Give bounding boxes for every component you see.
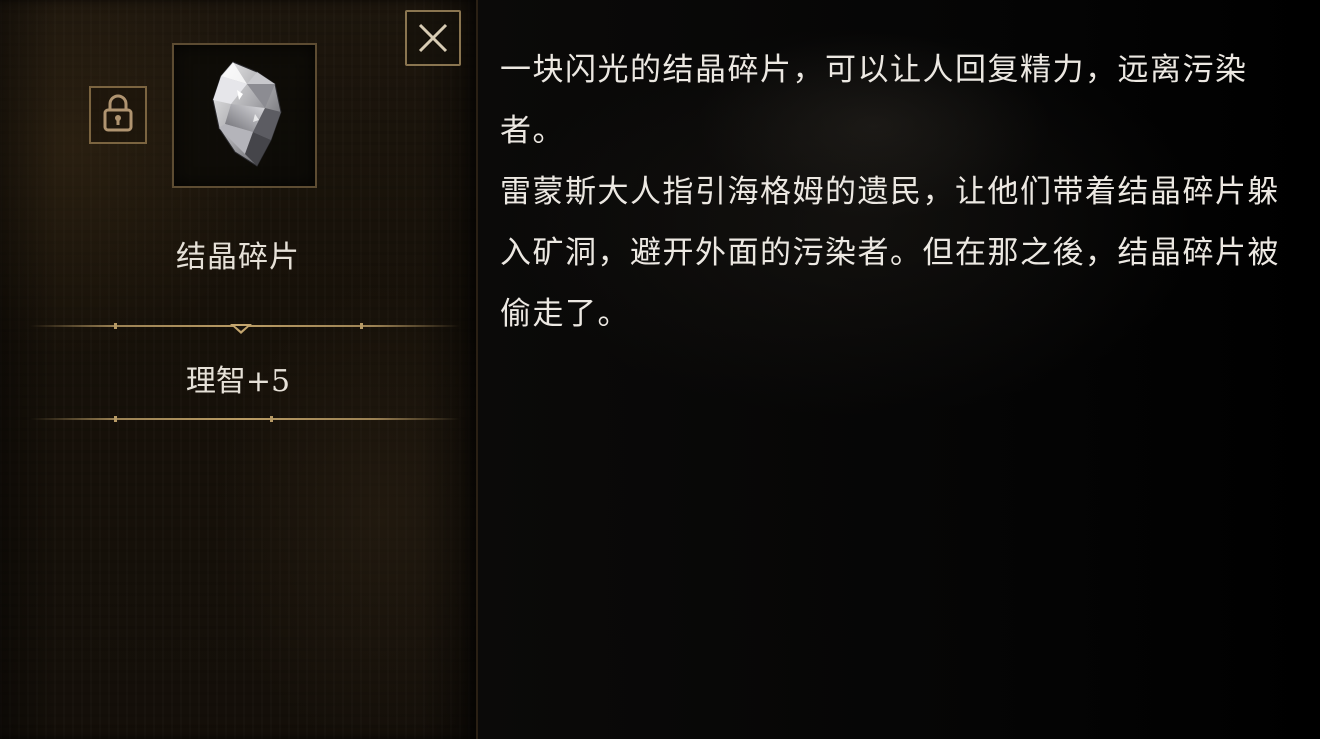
item-description: 一块闪光的结晶碎片，可以让人回复精力，远离污染者。 雷蒙斯大人指引海格姆的遗民，… [500,40,1300,345]
description-panel: 一块闪光的结晶碎片，可以让人回复精力，远离污染者。 雷蒙斯大人指引海格姆的遗民，… [478,0,1320,739]
lock-icon [100,92,136,138]
item-icon-frame [172,43,317,188]
divider-top [30,323,460,334]
lock-button[interactable] [89,86,147,144]
crystal-shard-icon [195,54,295,178]
divider-bottom [30,416,460,422]
item-panel: 结晶碎片 理智+5 [0,0,478,739]
description-paragraph-2: 雷蒙斯大人指引海格姆的遗民，让他们带着结晶碎片躲入矿洞，避开外面的污染者。但在那… [500,174,1280,332]
item-detail-screen: 结晶碎片 理智+5 一块闪光的结晶碎片，可以让人回复精力，远离污染者。 雷蒙斯大… [0,0,1320,739]
item-name: 结晶碎片 [176,240,300,275]
close-icon [415,20,451,56]
description-paragraph-1: 一块闪光的结晶碎片，可以让人回复精力，远离污染者。 [500,52,1248,149]
item-stat: 理智+5 [185,364,291,399]
close-button[interactable] [405,10,461,66]
